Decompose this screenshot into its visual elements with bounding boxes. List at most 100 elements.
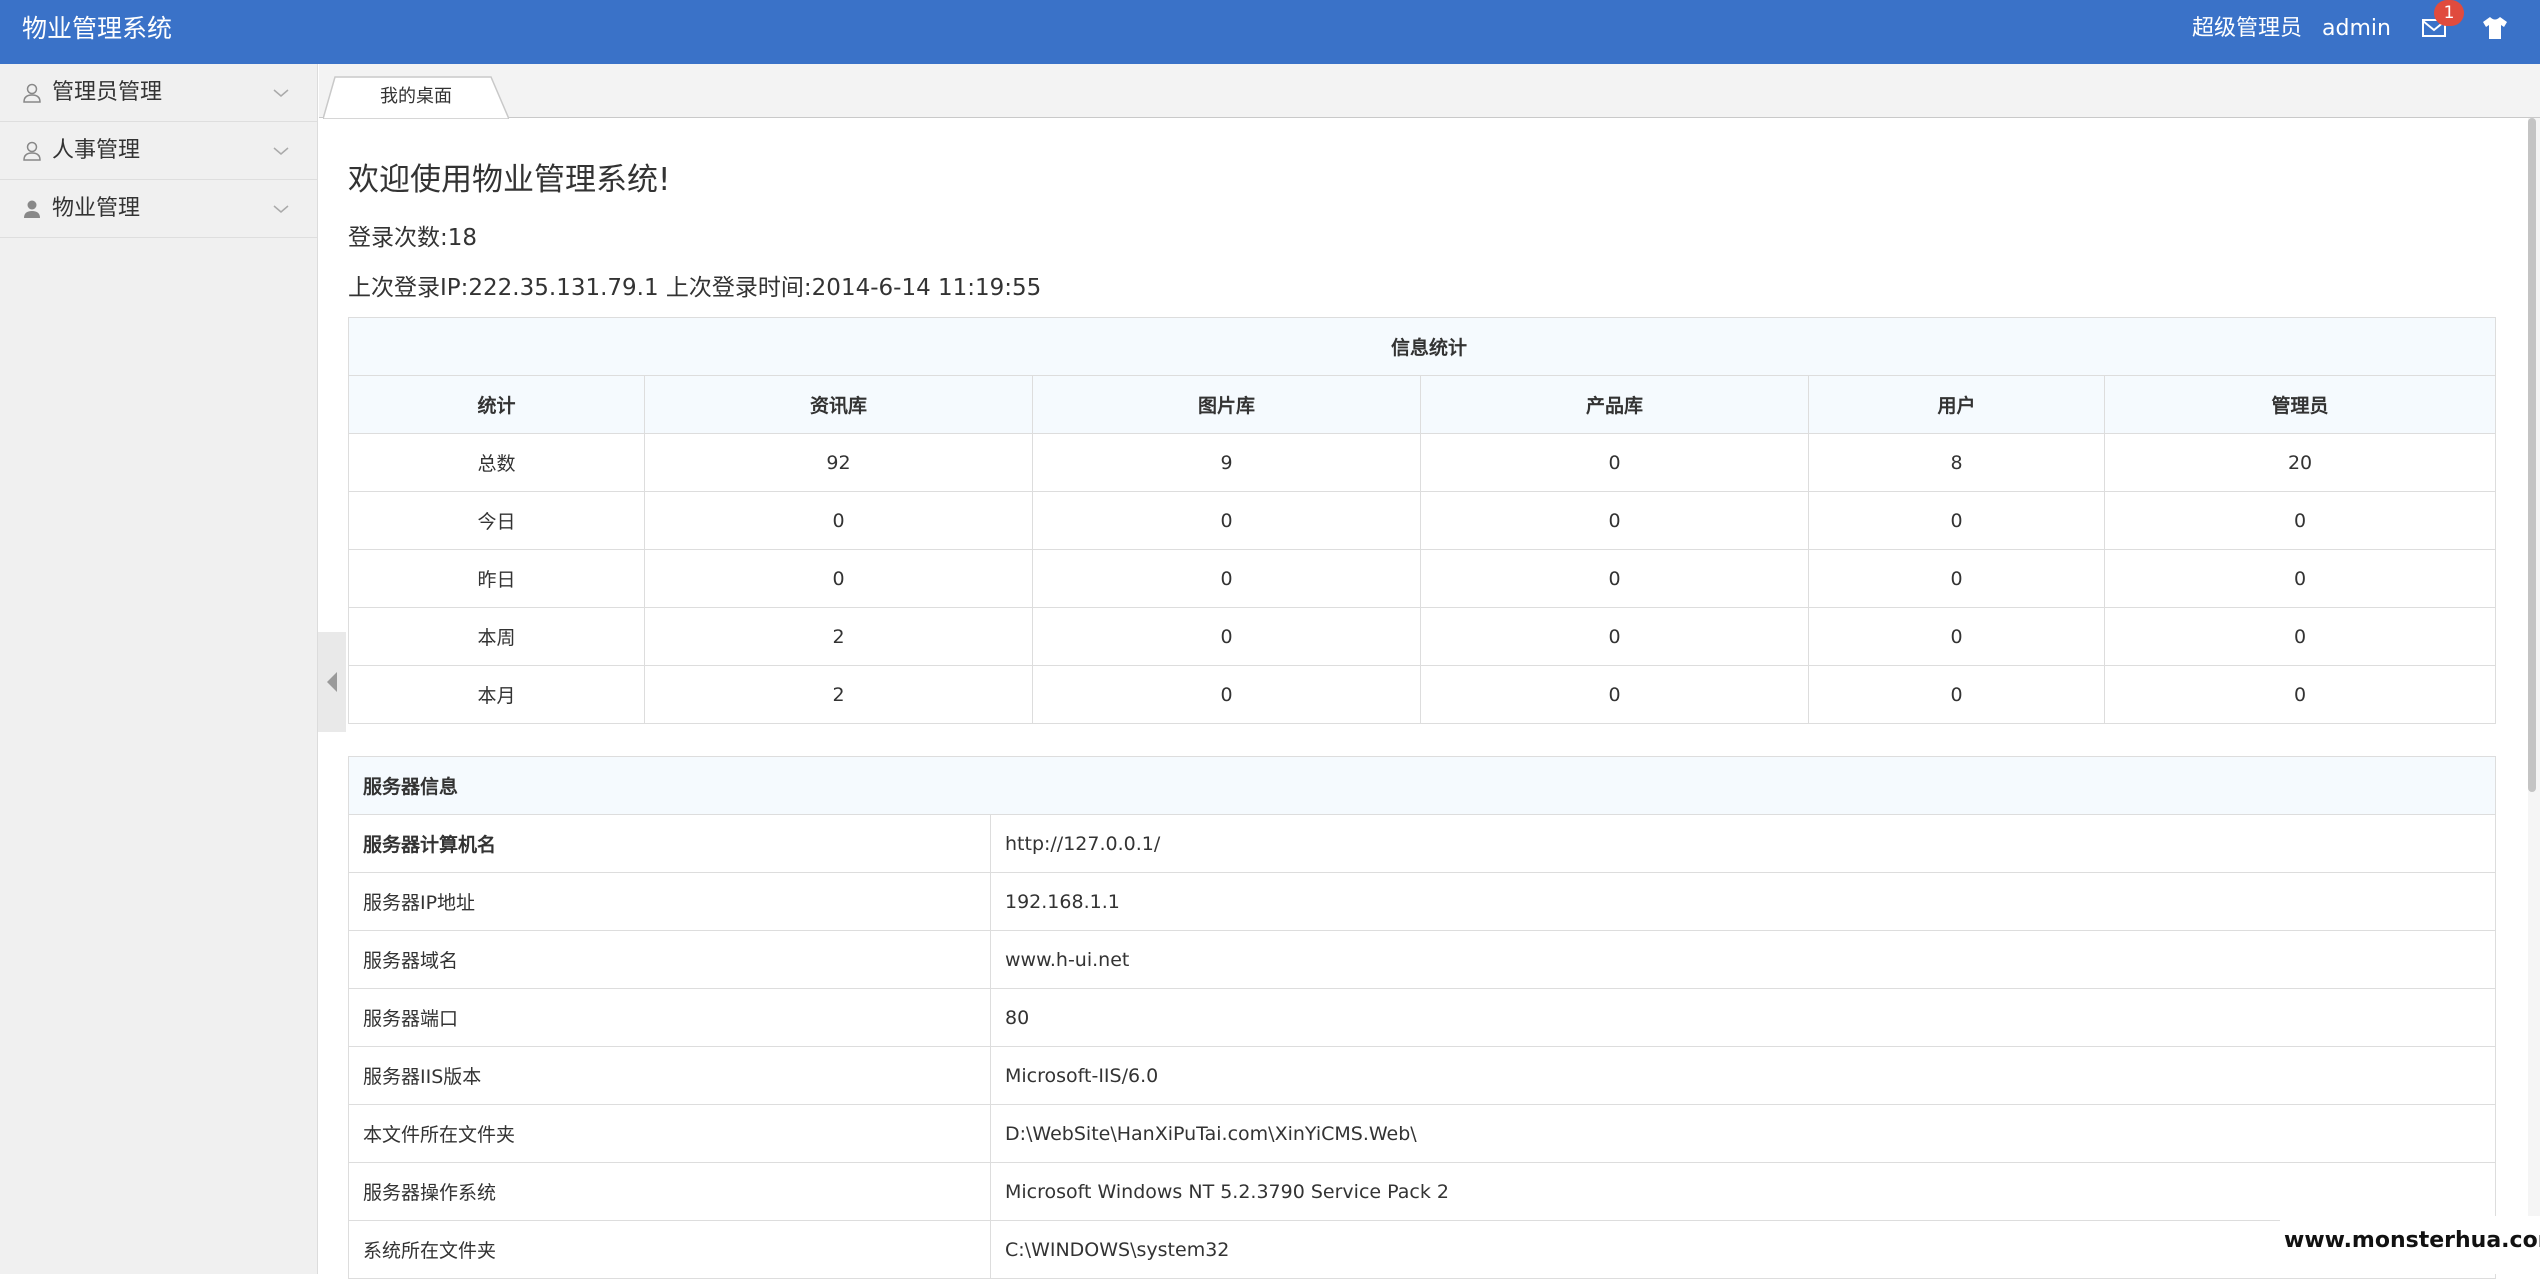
stats-table: 信息统计 统计 资讯库 图片库 产品库 用户 管理员 总数 92 9 0 8 20 今日 0 0 0 0 0 昨日… [347, 317, 2497, 724]
table-row: 服务器IIS版本 Microsoft-IIS/6.0 [348, 1046, 2497, 1105]
stats-table-body: 总数 92 9 0 8 20 今日 0 0 0 0 0 昨日 0 0 0 0 0 本周 2 0 0 0 0 本月 2 0 0 0 0 [348, 433, 2497, 724]
table-row: 系统所在文件夹 C:\WINDOWS\system32 [348, 1220, 2497, 1279]
server-info-key: 本文件所在文件夹 [348, 1104, 991, 1163]
table-cell: 0 [1808, 549, 2105, 608]
table-cell: 0 [1808, 665, 2105, 724]
table-row: 服务器端口 80 [348, 988, 2497, 1047]
shirt-icon[interactable] [2482, 16, 2508, 40]
login-count: 登录次数:18 [348, 225, 478, 251]
user-outline-icon [23, 83, 41, 103]
sidebar-item-label: 人事管理 [52, 138, 141, 163]
table-row: 服务器域名 www.h-ui.net [348, 930, 2497, 989]
tab-label: 我的桌面 [380, 86, 452, 107]
table-caption-row: 信息统计 [347, 317, 2497, 376]
top-header: 物业管理系统 超级管理员 admin 1 [0, 0, 2540, 64]
sidebar-item-label: 管理员管理 [52, 80, 163, 105]
row-label: 今日 [348, 491, 645, 550]
table-cell: 0 [1420, 433, 1809, 492]
table-row: 总数 92 9 0 8 20 [348, 433, 2497, 492]
sidebar: 管理员管理 人事管理 物业管理 [0, 64, 318, 1274]
server-table-caption: 服务器信息 [347, 756, 2497, 815]
column-header: 图片库 [1032, 375, 1421, 434]
column-header: 资讯库 [644, 375, 1033, 434]
table-cell: 92 [644, 433, 1033, 492]
user-filled-icon [24, 200, 40, 218]
user-role: 超级管理员 [2192, 16, 2303, 41]
row-label: 昨日 [348, 549, 645, 608]
table-cell: 0 [1420, 491, 1809, 550]
row-label: 本月 [348, 665, 645, 724]
sidebar-item-property-management[interactable]: 物业管理 [0, 180, 317, 238]
row-label: 本周 [348, 607, 645, 666]
server-info-value: C:\WINDOWS\system32 [989, 1220, 2497, 1279]
sidebar-collapse-handle[interactable] [318, 632, 346, 732]
column-header: 用户 [1808, 375, 2105, 434]
table-row: 本文件所在文件夹 D:\WebSite\HanXiPuTai.com\XinYiC… [348, 1104, 2497, 1163]
sidebar-item-hr-management[interactable]: 人事管理 [0, 122, 317, 180]
sidebar-item-admin-management[interactable]: 管理员管理 [0, 64, 317, 122]
page-scrollbar[interactable] [2528, 118, 2540, 1274]
user-menu[interactable]: admin [2322, 0, 2391, 58]
sidebar-item-label: 物业管理 [52, 196, 141, 221]
caret-left-icon [327, 672, 337, 692]
server-info-key: 服务器计算机名 [348, 814, 991, 873]
table-row: 昨日 0 0 0 0 0 [348, 549, 2497, 608]
table-cell: 0 [2103, 665, 2497, 724]
server-table-body: 服务器计算机名 http://127.0.0.1/服务器IP地址 192.168.1… [348, 814, 2497, 1279]
server-info-value: http://127.0.0.1/ [989, 814, 2497, 873]
table-cell: 2 [644, 607, 1033, 666]
server-info-key: 系统所在文件夹 [348, 1220, 991, 1279]
server-info-key: 服务器域名 [348, 930, 991, 989]
row-label: 总数 [348, 433, 645, 492]
table-cell: 0 [1032, 607, 1421, 666]
tab-my-desktop[interactable]: 我的桌面 [323, 76, 509, 119]
table-cell: 0 [1032, 549, 1421, 608]
welcome-heading: 欢迎使用物业管理系统! [348, 162, 671, 198]
server-info-table: 服务器信息 服务器计算机名 http://127.0.0.1/服务器IP地址 192… [347, 756, 2497, 1279]
stats-table-caption: 信息统计 [347, 317, 2497, 376]
chevron-down-icon [273, 147, 289, 155]
table-cell: 0 [1808, 491, 2105, 550]
table-cell: 8 [1808, 433, 2105, 492]
table-cell: 0 [1032, 665, 1421, 724]
tab-bar: 我的桌面 [319, 64, 2540, 119]
chevron-down-icon [273, 89, 289, 97]
server-info-key: 服务器操作系统 [348, 1162, 991, 1221]
table-row: 本周 2 0 0 0 0 [348, 607, 2497, 666]
table-row: 服务器操作系统 Microsoft Windows NT 5.2.3790 Ser… [348, 1162, 2497, 1221]
table-cell: 0 [1420, 665, 1809, 724]
server-info-value: www.h-ui.net [989, 930, 2497, 989]
table-cell: 0 [2103, 549, 2497, 608]
scrollbar-thumb[interactable] [2528, 118, 2536, 792]
server-info-value: Microsoft-IIS/6.0 [989, 1046, 2497, 1105]
server-info-value: D:\WebSite\HanXiPuTai.com\XinYiCMS.Web\ [989, 1104, 2497, 1163]
table-cell: 0 [644, 491, 1033, 550]
server-info-key: 服务器端口 [348, 988, 991, 1047]
server-info-value: 192.168.1.1 [989, 872, 2497, 931]
server-info-value: Microsoft Windows NT 5.2.3790 Service Pa… [989, 1162, 2497, 1221]
server-info-value: 80 [989, 988, 2497, 1047]
table-row: 本月 2 0 0 0 0 [348, 665, 2497, 724]
table-cell: 0 [1808, 607, 2105, 666]
table-cell: 20 [2103, 433, 2497, 492]
table-cell: 0 [1420, 549, 1809, 608]
watermark: www.monsterhua.com [2280, 1216, 2540, 1274]
table-cell: 0 [644, 549, 1033, 608]
table-cell: 9 [1032, 433, 1421, 492]
table-row: 服务器IP地址 192.168.1.1 [348, 872, 2497, 931]
table-caption-row: 服务器信息 [347, 756, 2497, 815]
table-cell: 2 [644, 665, 1033, 724]
column-header: 统计 [348, 375, 645, 434]
table-header-row: 统计 资讯库 图片库 产品库 用户 管理员 [348, 375, 2497, 434]
user-outline-icon [23, 141, 41, 161]
column-header: 管理员 [2103, 375, 2497, 434]
table-cell: 0 [1032, 491, 1421, 550]
server-info-key: 服务器IP地址 [348, 872, 991, 931]
table-cell: 0 [2103, 607, 2497, 666]
table-row: 今日 0 0 0 0 0 [348, 491, 2497, 550]
watermark-text: www.monsterhua.com [2284, 1228, 2540, 1253]
message-count-badge: 1 [2434, 0, 2464, 26]
server-info-key: 服务器IIS版本 [348, 1046, 991, 1105]
table-cell: 0 [2103, 491, 2497, 550]
column-header: 产品库 [1420, 375, 1809, 434]
